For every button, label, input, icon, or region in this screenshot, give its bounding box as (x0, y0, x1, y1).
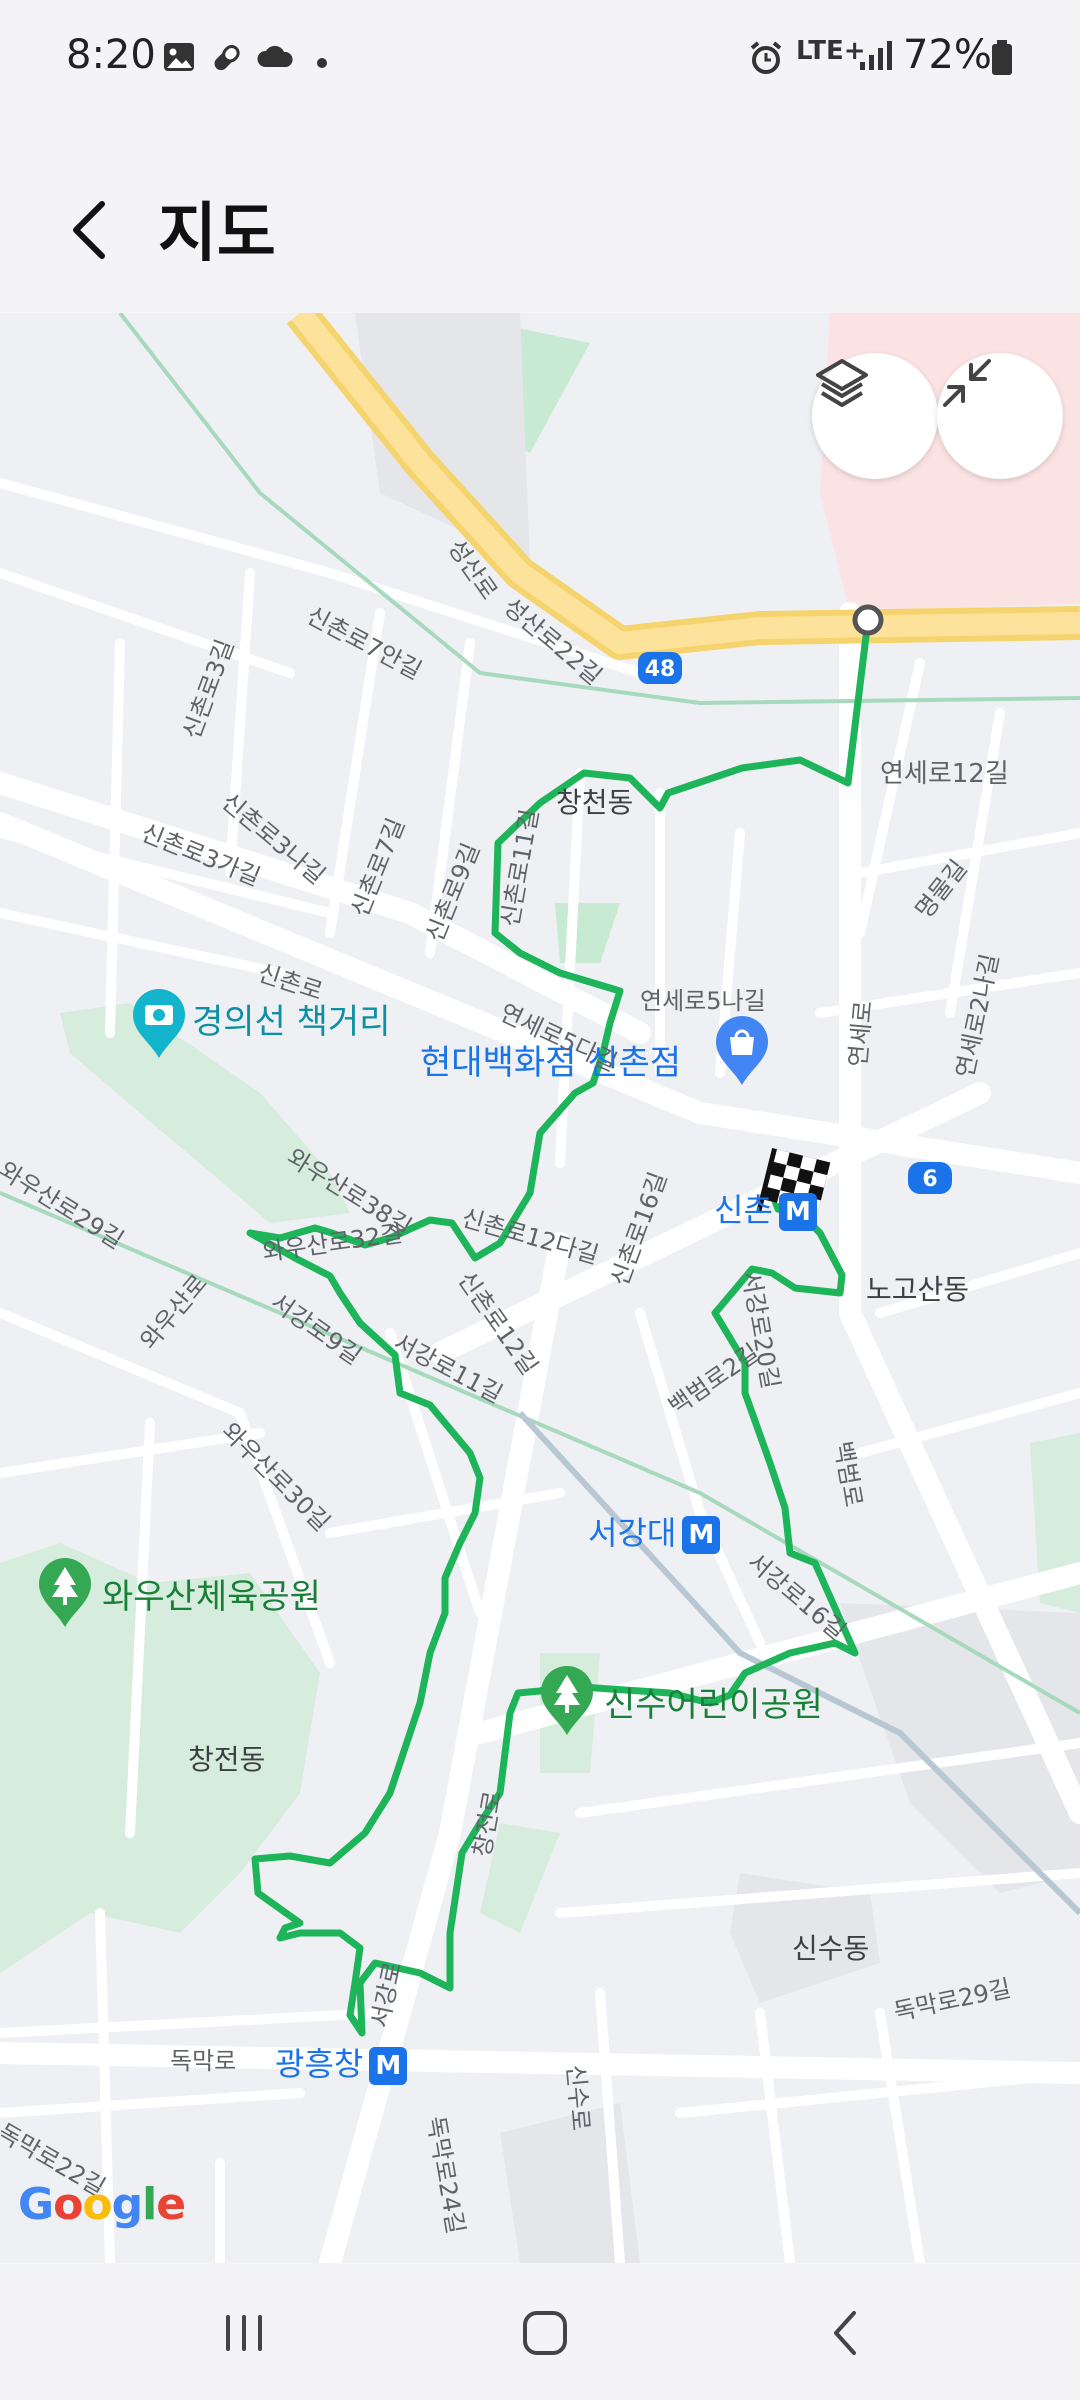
metro-icon: M (778, 1193, 817, 1231)
battery-percent: 72% (903, 32, 992, 78)
station-gwangheungchang[interactable]: 광흥창 M (275, 2039, 408, 2085)
chevron-left-icon (73, 201, 105, 259)
gallery-icon (162, 40, 196, 78)
page-title: 지도 (158, 197, 276, 271)
recent-apps-icon (226, 2315, 262, 2351)
pill-icon (208, 40, 244, 80)
home-button[interactable] (505, 2303, 585, 2363)
layers-icon (816, 359, 868, 407)
dot-icon (316, 54, 328, 73)
battery-icon (990, 40, 1014, 80)
google-logo: Google (18, 2179, 186, 2230)
station-label: 광흥창 (275, 2045, 364, 2083)
route-shield-6: 6 (908, 1162, 952, 1194)
station-sinchon[interactable]: 신촌 M (714, 1185, 817, 1231)
collapse-button[interactable] (937, 353, 1063, 479)
tree-pin-icon (541, 1666, 593, 1735)
recent-apps-button[interactable] (204, 2303, 284, 2363)
metro-icon: M (682, 1516, 721, 1554)
poi-hyundai-dept[interactable]: 현대백화점 신촌점 (420, 1035, 681, 1084)
street-label: 독막로 (170, 2047, 237, 2075)
status-time: 8:20 (66, 32, 156, 78)
station-label: 신촌 (714, 1191, 773, 1229)
route-shield-48: 48 (638, 652, 682, 684)
svg-text:6: 6 (922, 1167, 937, 1192)
app-bar: 지도 (0, 120, 1080, 310)
poi-label: 경의선 책거리 (192, 1002, 391, 1042)
network-type: LTE+ (796, 36, 866, 66)
camera-pin-icon (133, 989, 185, 1058)
svg-text:48: 48 (645, 657, 676, 682)
map-view[interactable]: 48 6 성산로 성산로22길 신촌로7안길 신촌로3길 신촌로3나길 신촌로3… (0, 313, 1080, 2263)
layers-button[interactable] (812, 353, 938, 479)
poi-label: 와우산체육공원 (102, 1577, 321, 1617)
street-label: 신수로 (561, 2063, 595, 2132)
status-bar: 8:20 LTE+ 72% (0, 0, 1080, 120)
cloud-icon (256, 40, 294, 78)
home-icon (523, 2311, 567, 2355)
station-label: 서강대 (588, 1514, 677, 1552)
area-label: 창천동 (556, 786, 634, 819)
back-icon (834, 2311, 856, 2355)
collapse-arrows-icon (943, 359, 991, 407)
street-label: 연세로5나길 (640, 987, 766, 1015)
station-sogang[interactable]: 서강대 M (588, 1508, 721, 1554)
route-start-marker[interactable] (852, 604, 884, 636)
tree-pin-icon (39, 1558, 91, 1627)
metro-icon: M (369, 2047, 408, 2085)
alarm-icon (748, 40, 784, 80)
area-label: 창전동 (188, 1743, 266, 1776)
street-label: 연세로 (843, 999, 878, 1068)
back-button[interactable] (50, 190, 130, 270)
system-nav-bar (0, 2263, 1080, 2400)
signal-icon (858, 40, 892, 76)
street-label: 연세로12길 (880, 759, 1009, 789)
area-label: 노고산동 (866, 1273, 970, 1306)
nav-back-button[interactable] (806, 2303, 886, 2363)
poi-label: 신수어린이공원 (604, 1685, 823, 1725)
area-label: 신수동 (792, 1932, 870, 1965)
